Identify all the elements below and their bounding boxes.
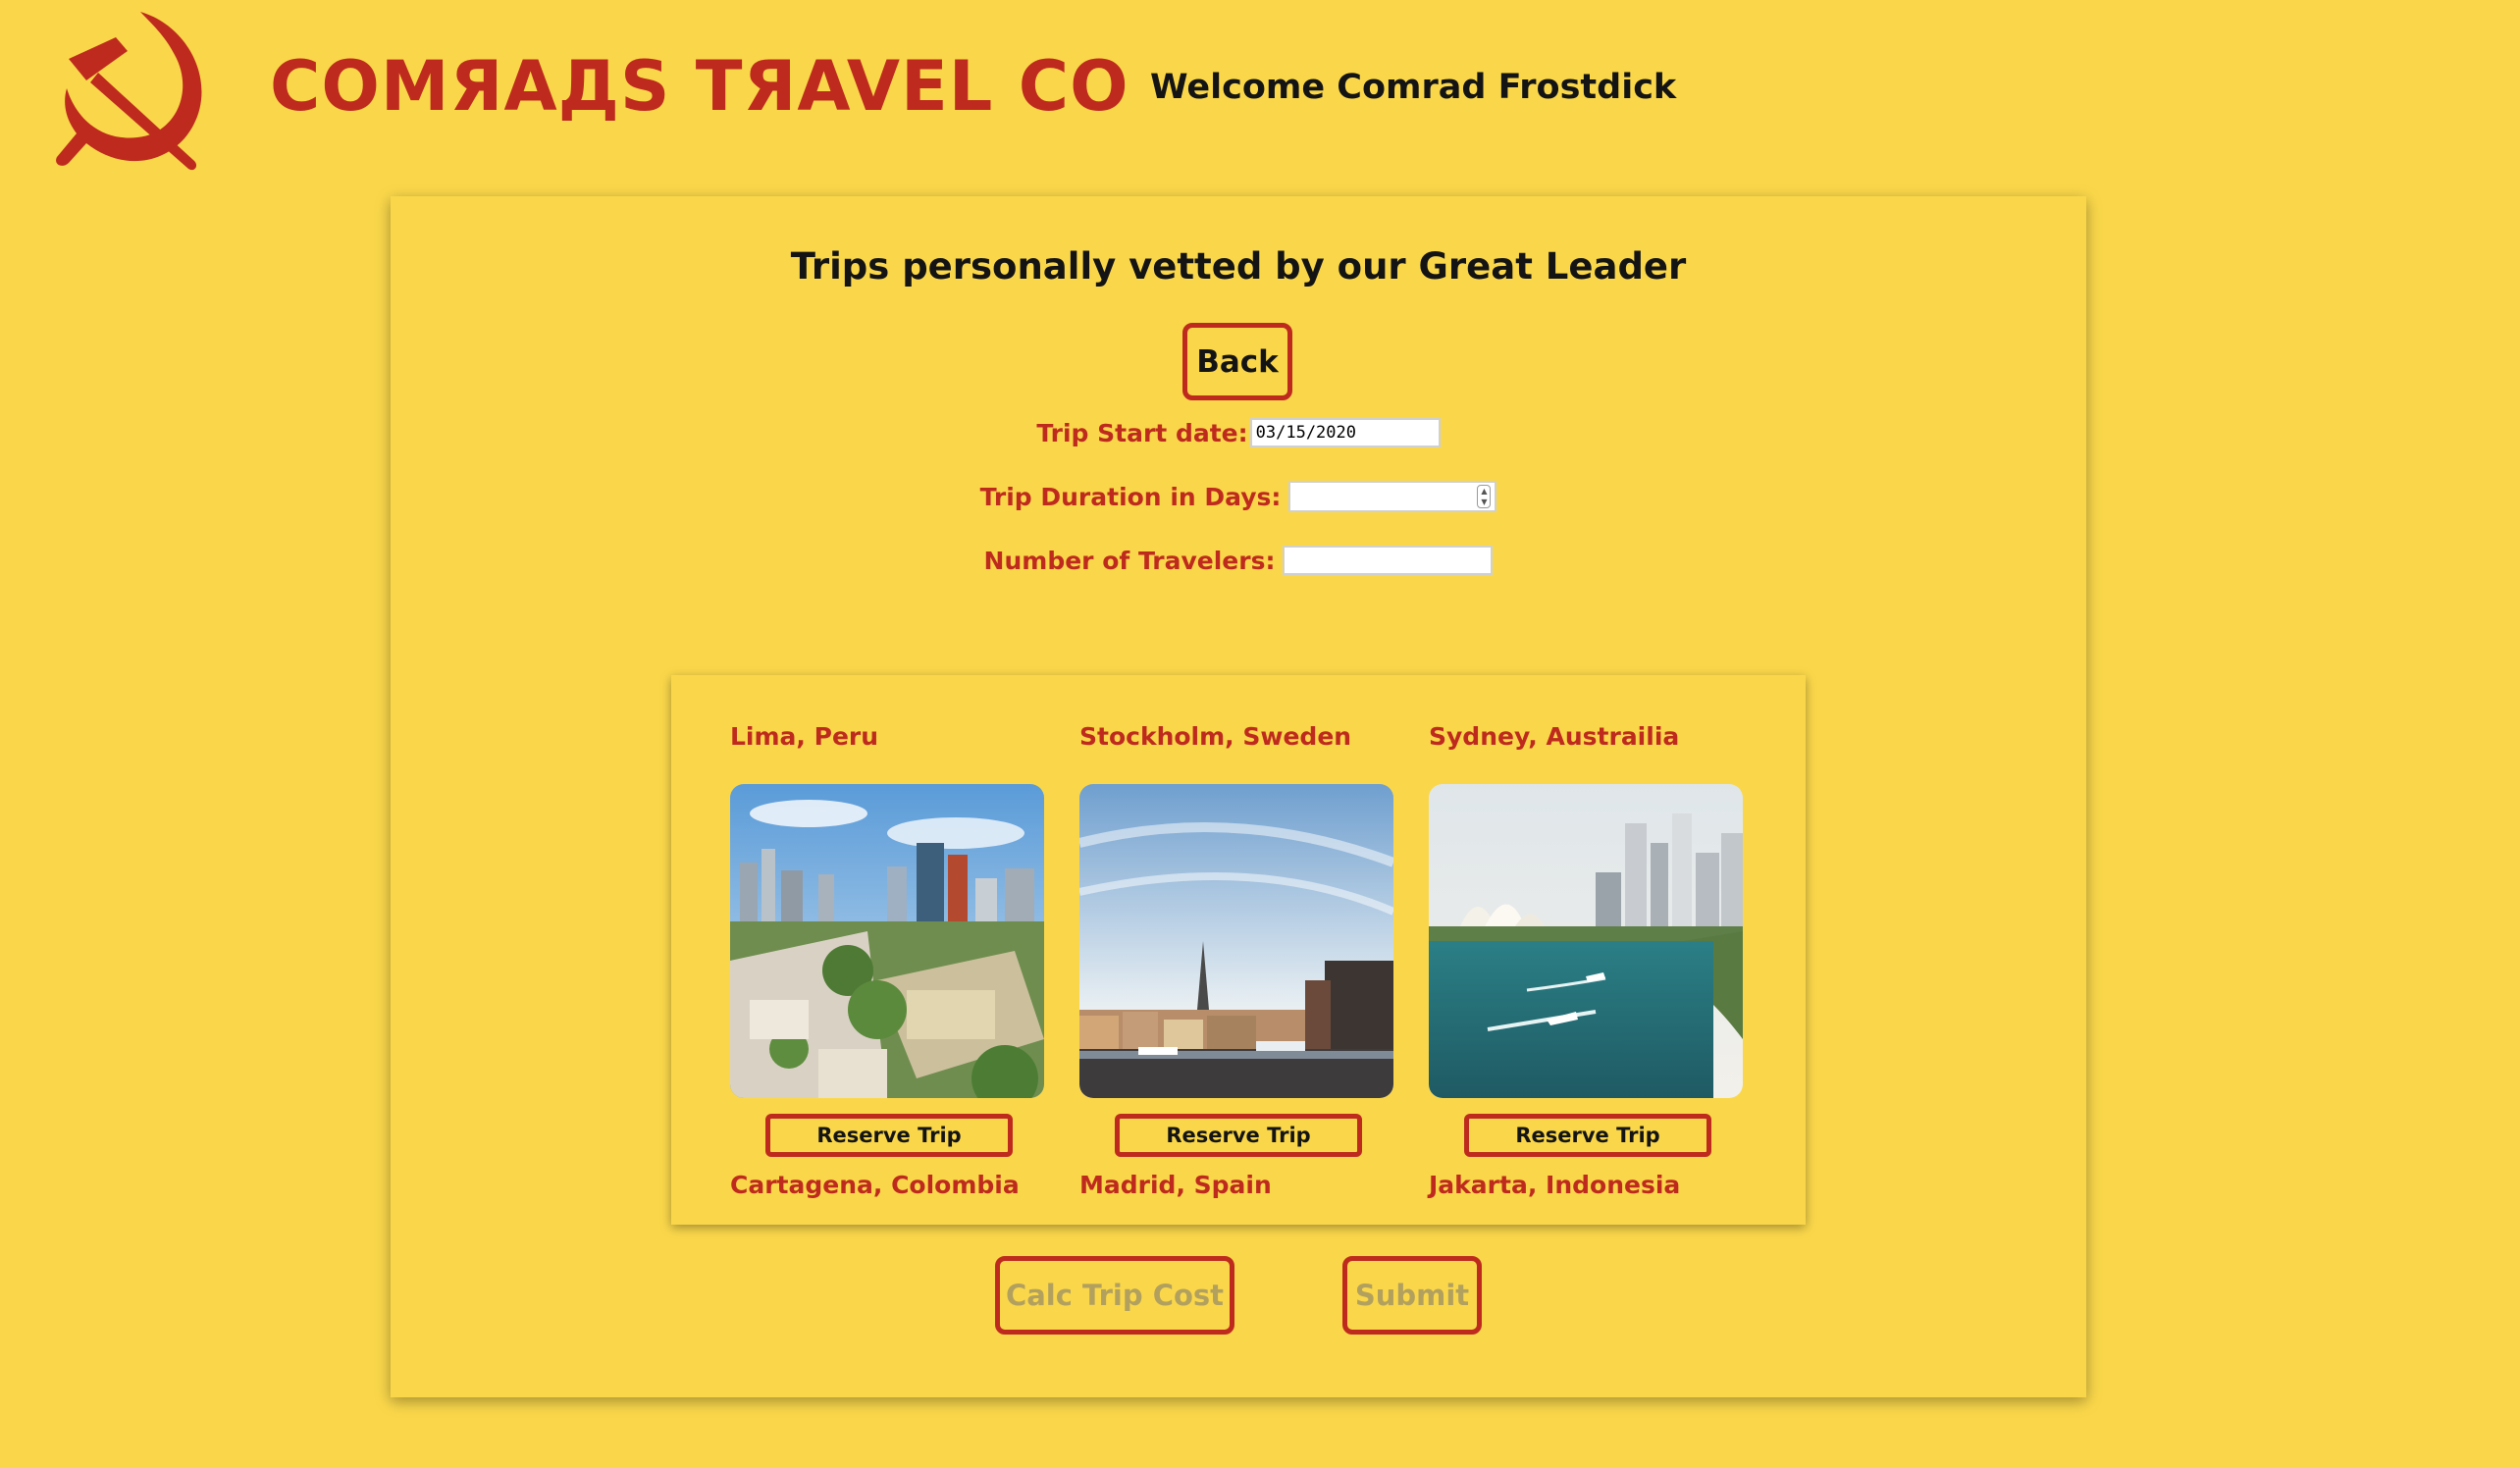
city-name: Lima, Peru <box>730 722 879 751</box>
travelers-label: Number of Travelers: <box>983 546 1276 575</box>
brand-title: COMЯAДS TЯAVEL CO <box>270 46 1129 127</box>
travelers-row: Number of Travelers: <box>391 546 2086 575</box>
calc-trip-cost-button[interactable]: Calc Trip Cost <box>995 1256 1234 1335</box>
duration-label: Trip Duration in Days: <box>979 482 1282 511</box>
start-date-field[interactable] <box>1249 418 1441 447</box>
reserve-trip-button[interactable]: Reserve Trip <box>1464 1114 1711 1157</box>
stepper-arrows-icon[interactable]: ▲ ▼ <box>1477 485 1492 508</box>
city-name: Jakarta, Indonesia <box>1429 1171 1681 1199</box>
reserve-trip-button[interactable]: Reserve Trip <box>765 1114 1013 1157</box>
page-title: Trips personally vetted by our Great Lea… <box>790 245 1687 288</box>
city-name: Stockholm, Sweden <box>1079 722 1352 751</box>
trip-panel: Trips personally vetted by our Great Lea… <box>391 196 2086 1397</box>
chevron-down-icon[interactable]: ▼ <box>1481 498 1487 506</box>
duration-stepper[interactable]: ▲ ▼ <box>1288 481 1497 512</box>
welcome-message: Welcome Comrad Frostdick <box>1150 68 1677 107</box>
start-date-label: Trip Start date: <box>1036 418 1248 447</box>
submit-button[interactable]: Submit <box>1342 1256 1482 1335</box>
city-name: Sydney, Austrailia <box>1429 722 1680 751</box>
start-date-row: Trip Start date: <box>391 418 2086 447</box>
duration-field[interactable] <box>1290 483 1472 510</box>
reserve-trip-button[interactable]: Reserve Trip <box>1115 1114 1362 1157</box>
duration-row: Trip Duration in Days: ▲ ▼ <box>391 481 2086 512</box>
travelers-field[interactable] <box>1283 546 1494 575</box>
lima-city-image <box>730 784 1044 1098</box>
trips-card: Lima, Peru Reserve Trip Cartagena, Colom… <box>671 675 1806 1225</box>
city-name: Madrid, Spain <box>1079 1171 1272 1199</box>
sydney-city-image <box>1429 784 1743 1098</box>
back-button[interactable]: Back <box>1182 323 1292 400</box>
chevron-up-icon[interactable]: ▲ <box>1481 487 1487 496</box>
hammer-and-sickle-icon <box>56 12 202 171</box>
city-name: Cartagena, Colombia <box>730 1171 1020 1199</box>
stockholm-city-image <box>1079 784 1393 1098</box>
